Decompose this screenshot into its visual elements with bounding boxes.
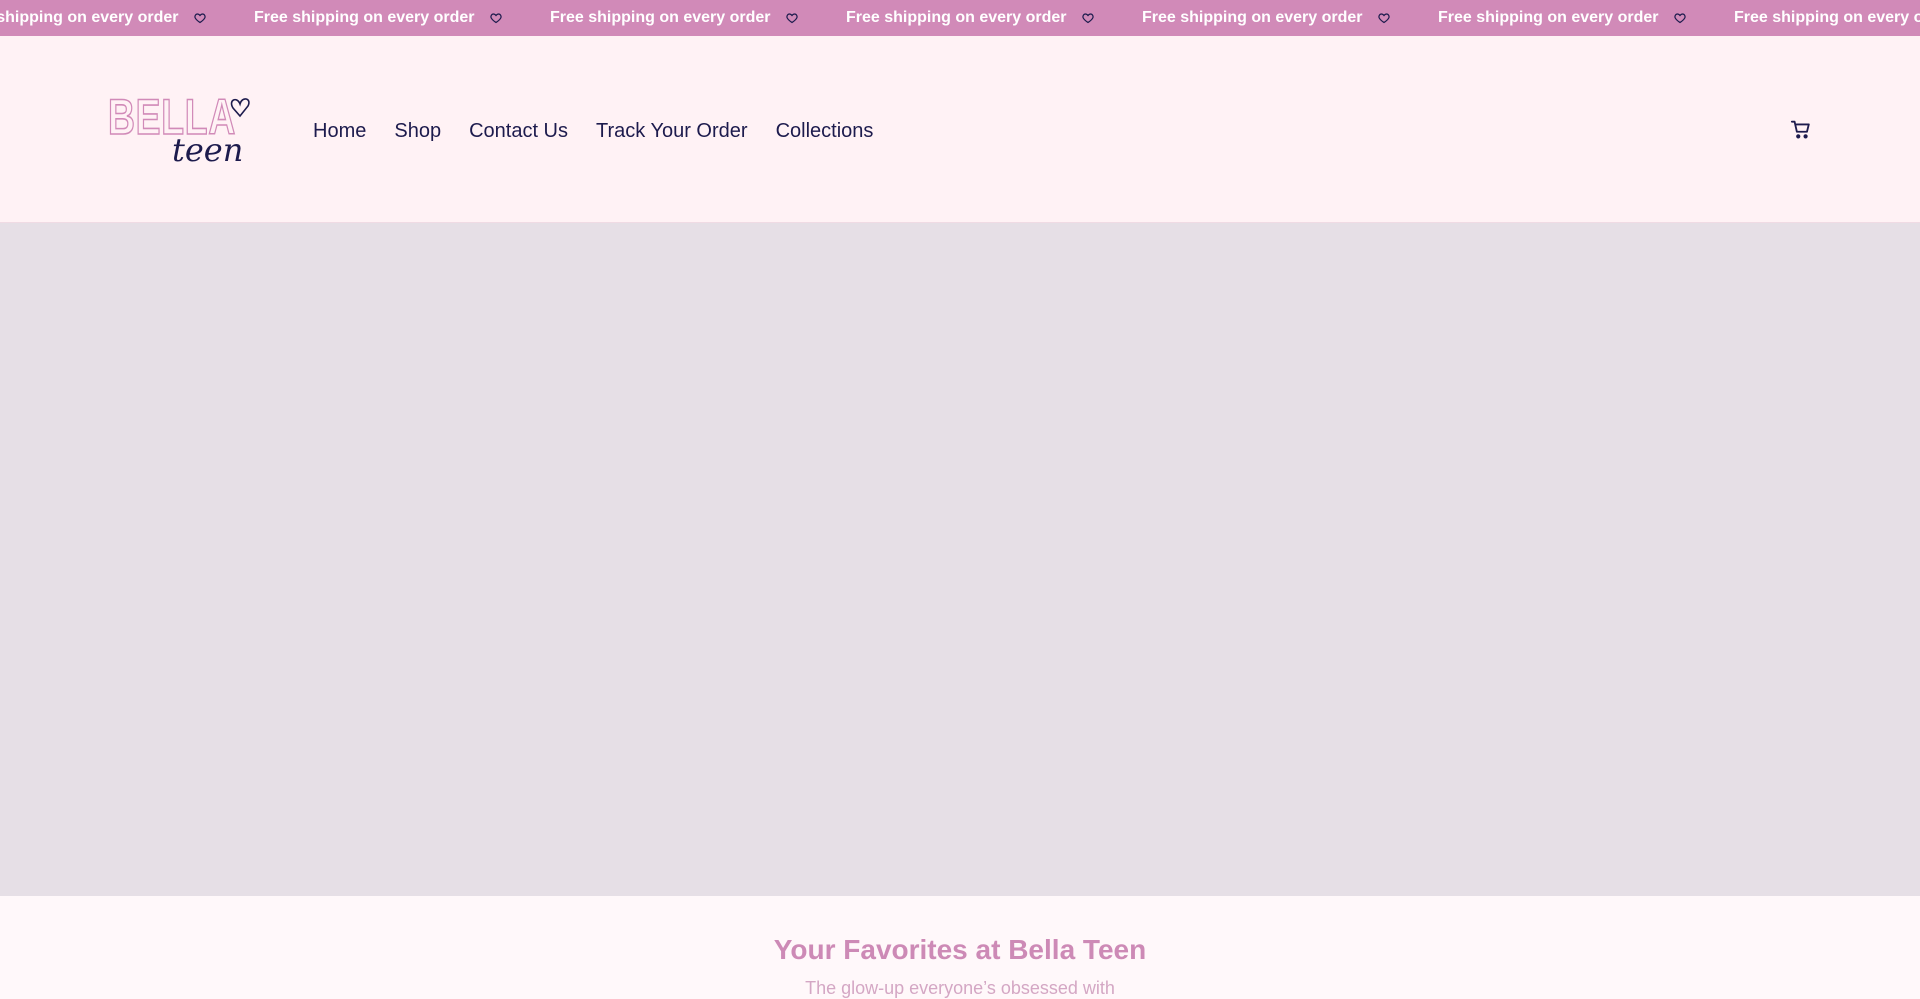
hero-banner [0,223,1920,896]
announcement-text: Free shipping on every order [1142,9,1363,26]
announcement-item: Free shipping on every order [550,9,846,27]
favorites-subtitle: The glow-up everyone’s obsessed with [805,978,1115,998]
announcement-text: Free shipping on every order [1438,9,1659,26]
heart-icon [1377,11,1391,25]
nav-shop[interactable]: Shop [394,116,441,146]
site-header: BELLA teen Home Shop Contact Us Track Yo… [0,36,1920,223]
main-nav: Home Shop Contact Us Track Your Order Co… [313,116,901,146]
announcement-text: Free shipping on every order [0,9,179,26]
announcement-item: Free shipping on every order [846,9,1142,27]
nav-track-your-order[interactable]: Track Your Order [596,116,748,146]
announcement-item: Free shipping on every order [1142,9,1438,27]
announcement-text: Free shipping on every order [846,9,1067,26]
heart-icon [1081,11,1095,25]
announcement-text: Free shipping on every order [550,9,771,26]
heart-icon [785,11,799,25]
heart-icon [193,11,207,25]
announcement-item: Free shipping on every order [1438,9,1734,27]
brand-logo[interactable]: BELLA teen [106,88,262,169]
nav-collections[interactable]: Collections [776,116,874,146]
nav-contact-us[interactable]: Contact Us [469,116,568,146]
favorites-section: Your Favorites at Bella Teen The glow-up… [0,896,1920,998]
announcement-item: Free shipping on every order [254,9,550,27]
cart-button[interactable] [1788,118,1814,144]
announcement-bar: Free shipping on every order Free shippi… [0,0,1920,36]
announcement-text: Free shipping on every order [254,9,475,26]
announcement-text: Free shipping on every order [1734,9,1920,26]
announcement-marquee: Free shipping on every order Free shippi… [0,0,1920,36]
heart-icon [1673,11,1687,25]
announcement-item: Free shipping on every order [1734,9,1920,27]
heart-icon [489,11,503,25]
announcement-item: Free shipping on every order [0,9,254,27]
logo-word-teen: teen [172,131,243,168]
cart-icon [1790,118,1812,145]
favorites-title: Your Favorites at Bella Teen [773,934,1147,965]
nav-home[interactable]: Home [313,116,366,146]
